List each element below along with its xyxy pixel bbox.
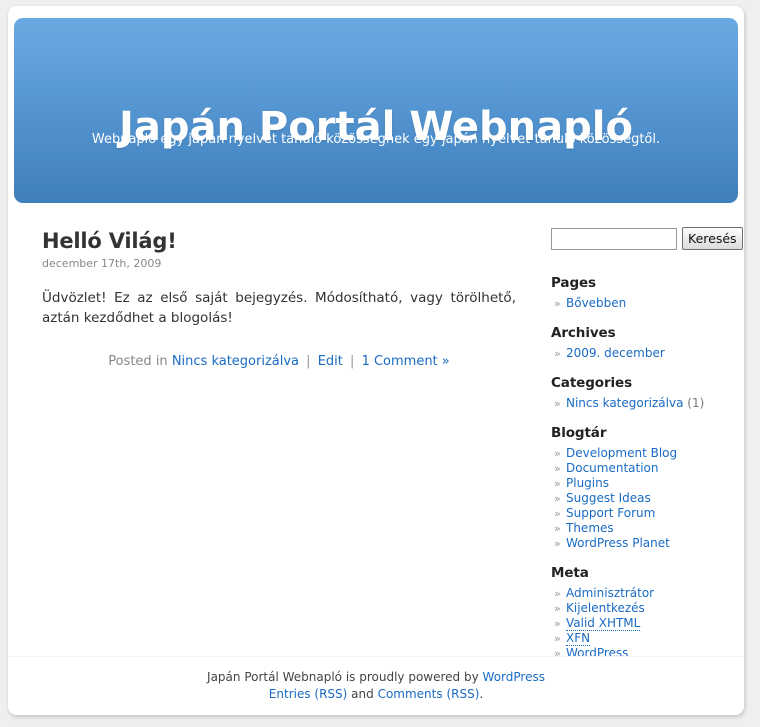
- widget-items: » Nincs kategorizálva (1): [551, 396, 735, 411]
- list-item: » Bővebben: [551, 296, 735, 311]
- search-input[interactable]: [551, 228, 677, 250]
- post-body: Üdvözlet! Ez az első saját bejegyzés. Mó…: [42, 290, 516, 326]
- widget-link[interactable]: Themes: [566, 521, 614, 535]
- footer-comments-rss-link[interactable]: Comments (RSS): [378, 687, 480, 701]
- widget-title: Archives: [551, 325, 616, 341]
- widget-link[interactable]: Suggest Ideas: [566, 491, 651, 505]
- list-item: » Nincs kategorizálva (1): [551, 396, 735, 411]
- list-item: » Valid XHTML: [551, 616, 735, 631]
- site-footer: Japán Portál Webnapló is proudly powered…: [8, 656, 744, 715]
- chevron-right-icon: »: [554, 617, 561, 630]
- list-item: » Development Blog: [551, 446, 735, 461]
- widget-link[interactable]: Kijelentkezés: [566, 601, 645, 615]
- chevron-right-icon: »: [554, 537, 561, 550]
- meta-separator-1: |: [306, 354, 311, 369]
- chevron-right-icon: »: [554, 587, 561, 600]
- widget-title: Categories: [551, 375, 633, 391]
- post-meta: Posted in Nincs kategorizálva | Edit | 1…: [42, 352, 516, 371]
- widget-link[interactable]: Development Blog: [566, 446, 677, 460]
- content-area: Helló Világ! december 17th, 2009 Üdvözle…: [8, 216, 744, 660]
- widget-items: » Adminisztrátor » Kijelentkezés » Valid XHTM…: [551, 586, 735, 661]
- footer-text: Japán Portál Webnapló is proudly powered…: [8, 669, 744, 703]
- widget-link[interactable]: Plugins: [566, 476, 609, 490]
- widget-link[interactable]: Nincs kategorizálva: [566, 396, 683, 410]
- widget-items: » 2009. december: [551, 346, 735, 361]
- widget-link[interactable]: Support Forum: [566, 506, 655, 520]
- chevron-right-icon: »: [554, 297, 561, 310]
- widget-meta: Meta » Adminisztrátor » Kijelentkezés » Valid …: [551, 564, 735, 661]
- widget-link[interactable]: XFN: [566, 631, 591, 646]
- item-count: (1): [687, 396, 705, 410]
- widget-link[interactable]: Documentation: [566, 461, 659, 475]
- site-header: Japán Portál Webnapló Webnapló egy japán…: [14, 18, 738, 203]
- list-item: » Kijelentkezés: [551, 601, 735, 616]
- footer-wordpress-link[interactable]: WordPress: [483, 670, 545, 684]
- widget-link[interactable]: WordPress Planet: [566, 536, 670, 550]
- post-comments-link[interactable]: 1 Comment »: [362, 354, 450, 369]
- widget-link[interactable]: Valid XHTML: [566, 616, 641, 631]
- widget-blogt-r: Blogtár » Development Blog » Documentation » P…: [551, 424, 735, 551]
- widget-link[interactable]: Adminisztrátor: [566, 586, 654, 600]
- footer-trailing: .: [479, 687, 484, 701]
- post-category-link[interactable]: Nincs kategorizálva: [172, 354, 299, 369]
- list-item: » XFN: [551, 631, 735, 646]
- chevron-right-icon: »: [554, 492, 561, 505]
- page-container: Japán Portál Webnapló Webnapló egy japán…: [8, 6, 744, 715]
- list-item: » 2009. december: [551, 346, 735, 361]
- widget-archives: Archives » 2009. december: [551, 324, 735, 361]
- chevron-right-icon: »: [554, 397, 561, 410]
- search-form: Keresés: [551, 227, 743, 252]
- post-meta-prefix: Posted in: [108, 354, 168, 369]
- chevron-right-icon: »: [554, 522, 561, 535]
- widget-items: » Development Blog» Documentation» Plugins»…: [551, 446, 735, 551]
- site-description: Webnapló egy japán nyelvet tanuló közöss…: [91, 132, 661, 147]
- sidebar: Keresés Pages » Bővebben Archives » 2009. dec…: [551, 227, 743, 674]
- list-item: » Suggest Ideas: [551, 491, 735, 506]
- chevron-right-icon: »: [554, 602, 561, 615]
- chevron-right-icon: »: [554, 507, 561, 520]
- widget-link[interactable]: 2009. december: [566, 346, 665, 360]
- list-item: » Plugins: [551, 476, 735, 491]
- post-date: december 17th, 2009: [42, 257, 162, 270]
- list-item: » Support Forum: [551, 506, 735, 521]
- chevron-right-icon: »: [554, 347, 561, 360]
- list-item: » WordPress Planet: [551, 536, 735, 551]
- list-item: » Adminisztrátor: [551, 586, 735, 601]
- footer-and-text: and: [351, 687, 374, 701]
- widget-categories: Categories » Nincs kategorizálva (1): [551, 374, 735, 411]
- post-title: Helló Világ!: [42, 229, 177, 253]
- search-submit-button[interactable]: Keresés: [682, 227, 743, 250]
- list-item: » Themes: [551, 521, 735, 536]
- widget-title: Pages: [551, 275, 596, 291]
- footer-entries-rss-link[interactable]: Entries (RSS): [269, 687, 348, 701]
- chevron-right-icon: »: [554, 447, 561, 460]
- meta-separator-2: |: [350, 354, 355, 369]
- widget-list: Pages » Bővebben Archives » 2009. december Cat…: [551, 274, 735, 661]
- post-column: Helló Világ! december 17th, 2009 Üdvözle…: [42, 228, 516, 371]
- footer-prefix: Japán Portál Webnapló is proudly powered…: [207, 670, 479, 684]
- widget-items: » Bővebben: [551, 296, 735, 311]
- post-edit-link[interactable]: Edit: [318, 354, 343, 369]
- widget-pages: Pages » Bővebben: [551, 274, 735, 311]
- widget-title: Meta: [551, 565, 589, 581]
- chevron-right-icon: »: [554, 462, 561, 475]
- chevron-right-icon: »: [554, 477, 561, 490]
- chevron-right-icon: »: [554, 632, 561, 645]
- widget-title: Blogtár: [551, 425, 607, 441]
- widget-link[interactable]: Bővebben: [566, 296, 626, 310]
- list-item: » Documentation: [551, 461, 735, 476]
